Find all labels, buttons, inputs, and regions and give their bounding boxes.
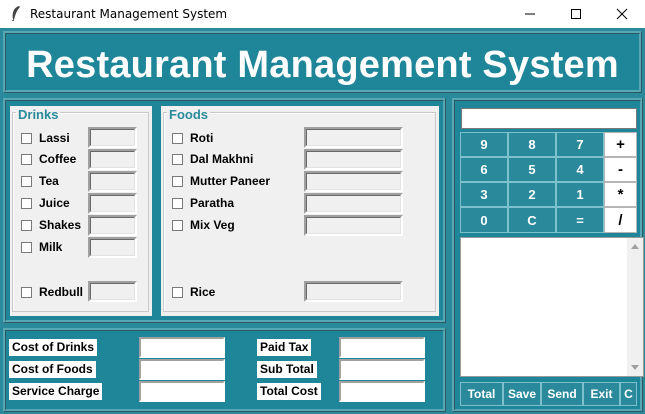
calc-key-1[interactable]: 1 (556, 182, 604, 207)
calc-key-6[interactable]: 6 (460, 157, 508, 182)
window-title: Restaurant Management System (30, 7, 228, 21)
dal-makhni-label: Dal Makhni (190, 152, 254, 166)
calc-key-8[interactable]: 8 (508, 132, 556, 157)
maximize-button[interactable] (553, 0, 599, 28)
calc-key-multiply[interactable]: * (604, 182, 637, 207)
minimize-button[interactable] (507, 0, 553, 28)
sub-total-field[interactable] (339, 359, 425, 380)
mutter-paneer-label: Mutter Paneer (190, 174, 271, 188)
rice-qty-input[interactable] (304, 281, 403, 302)
header-banner: Restaurant Management System (3, 31, 642, 93)
paid-tax-label: Paid Tax (257, 339, 312, 356)
roti-qty-input[interactable] (304, 127, 403, 148)
total-cost-field[interactable] (339, 381, 425, 402)
app-body: Restaurant Management System Drinks Lass… (0, 28, 645, 414)
calc-key-5[interactable]: 5 (508, 157, 556, 182)
calc-key-4[interactable]: 4 (556, 157, 604, 182)
calc-key-clear[interactable]: C (508, 207, 556, 233)
juice-qty-input[interactable] (88, 193, 137, 214)
sub-total-label: Sub Total (257, 361, 317, 378)
tea-label: Tea (39, 174, 59, 188)
total-button[interactable]: Total (460, 382, 503, 406)
calculator-display[interactable] (461, 108, 637, 129)
coffee-label: Coffee (39, 152, 77, 166)
foods-title: Foods (167, 107, 210, 122)
receipt-textarea[interactable] (460, 237, 644, 377)
mix-veg-label: Mix Veg (190, 218, 235, 232)
drinks-panel: Drinks Lassi Coffee Tea Juice Shakes Mil… (10, 106, 152, 316)
coffee-checkbox[interactable] (21, 154, 32, 165)
juice-checkbox[interactable] (21, 198, 32, 209)
close-icon (616, 8, 628, 20)
exit-button[interactable]: Exit (583, 382, 620, 406)
service-charge-label: Service Charge (9, 383, 103, 400)
calc-key-equals[interactable]: = (556, 207, 604, 233)
cost-of-drinks-label: Cost of Drinks (9, 339, 98, 356)
scroll-down-icon[interactable] (627, 361, 643, 375)
lassi-label: Lassi (39, 131, 70, 145)
calc-key-2[interactable]: 2 (508, 182, 556, 207)
receipt-scrollbar[interactable] (627, 238, 643, 376)
rice-label: Rice (190, 285, 216, 299)
calc-key-0[interactable]: 0 (460, 207, 508, 233)
shakes-qty-input[interactable] (88, 215, 137, 236)
page-title: Restaurant Management System (26, 44, 619, 86)
cost-of-foods-field[interactable] (139, 359, 225, 380)
paratha-checkbox[interactable] (172, 198, 183, 209)
foods-panel: Foods Roti Dal Makhni Mutter Paneer Para… (161, 106, 439, 316)
redbull-qty-input[interactable] (88, 281, 137, 302)
window-titlebar: Restaurant Management System (0, 0, 645, 28)
dal-makhni-checkbox[interactable] (172, 154, 183, 165)
shakes-checkbox[interactable] (21, 220, 32, 231)
save-button[interactable]: Save (503, 382, 541, 406)
calc-key-divide[interactable]: / (604, 207, 637, 233)
minimize-icon (525, 13, 535, 15)
shakes-label: Shakes (39, 218, 82, 232)
send-button[interactable]: Send (541, 382, 583, 406)
service-charge-field[interactable] (139, 381, 225, 402)
paid-tax-field[interactable] (339, 337, 425, 358)
mix-veg-checkbox[interactable] (172, 220, 183, 231)
paratha-label: Paratha (190, 196, 235, 210)
lassi-qty-input[interactable] (88, 127, 137, 148)
milk-label: Milk (39, 240, 63, 254)
calc-key-minus[interactable]: - (604, 157, 637, 182)
lassi-checkbox[interactable] (21, 133, 32, 144)
reset-button[interactable]: C (620, 382, 637, 406)
tea-qty-input[interactable] (88, 171, 137, 192)
rice-checkbox[interactable] (172, 287, 183, 298)
coffee-qty-input[interactable] (88, 149, 137, 170)
milk-checkbox[interactable] (21, 242, 32, 253)
mutter-paneer-checkbox[interactable] (172, 176, 183, 187)
calc-key-7[interactable]: 7 (556, 132, 604, 157)
cost-of-foods-label: Cost of Foods (9, 361, 96, 378)
mix-veg-qty-input[interactable] (304, 215, 403, 236)
calc-key-3[interactable]: 3 (460, 182, 508, 207)
milk-qty-input[interactable] (88, 237, 137, 258)
roti-label: Roti (190, 131, 214, 145)
maximize-icon (571, 9, 581, 19)
redbull-checkbox[interactable] (21, 287, 32, 298)
close-button[interactable] (599, 0, 645, 28)
drinks-title: Drinks (16, 107, 61, 122)
redbull-label: Redbull (39, 285, 83, 299)
feather-icon (11, 6, 20, 21)
paratha-qty-input[interactable] (304, 193, 403, 214)
roti-checkbox[interactable] (172, 133, 183, 144)
tea-checkbox[interactable] (21, 176, 32, 187)
cost-of-drinks-field[interactable] (139, 337, 225, 358)
scroll-up-icon[interactable] (627, 239, 643, 253)
calc-key-9[interactable]: 9 (460, 132, 508, 157)
juice-label: Juice (39, 196, 70, 210)
total-cost-label: Total Cost (257, 383, 321, 400)
mutter-paneer-qty-input[interactable] (304, 171, 403, 192)
calc-key-plus[interactable]: + (604, 132, 637, 157)
dal-makhni-qty-input[interactable] (304, 149, 403, 170)
